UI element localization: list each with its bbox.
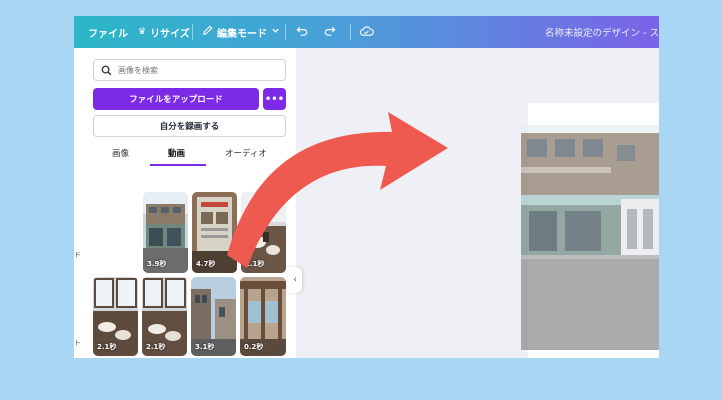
curved-arrow-annotation (227, 112, 448, 268)
arrow-shape (227, 112, 448, 268)
